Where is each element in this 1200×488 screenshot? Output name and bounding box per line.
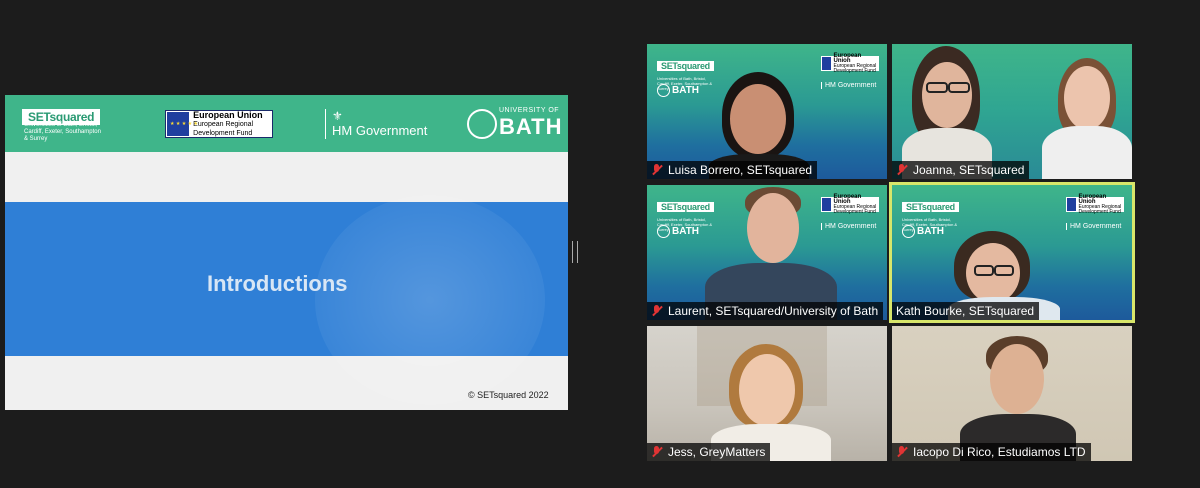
bath-name: BATH (499, 114, 563, 139)
setsquared-logo: SETsquared Universities of Bath, Bristol… (22, 108, 101, 142)
eu-flag-icon (1067, 198, 1077, 211)
tile-setsquared-text: SETsquared (902, 202, 959, 212)
eu-subtitle: European Regional Development Fund (193, 120, 254, 137)
bath-university-of: UNIVERSITY OF (499, 107, 560, 114)
participant-name: Luisa Borrero, SETsquared (668, 163, 813, 177)
participant-tile[interactable]: SETsquared Universities of Bath, Bristol… (647, 185, 887, 320)
mic-muted-icon (896, 446, 908, 458)
bath-seal-icon (657, 225, 670, 238)
tile-bath-logo: BATH (657, 225, 699, 238)
eu-flag-icon: ★ ★ ★ ★ ★ (167, 112, 198, 136)
participant-tile[interactable]: Jess, GreyMatters (647, 326, 887, 461)
tile-eu-subtitle: European Regional Development Fund (833, 203, 877, 215)
tile-bath-name: BATH (672, 85, 700, 97)
tile-eu-subtitle: European Regional Development Fund (833, 62, 877, 74)
participant-name-bar: Jess, GreyMatters (647, 443, 771, 461)
participant-tile[interactable]: SETsquared Universities of Bath, Bristol… (647, 44, 887, 179)
tile-bath-logo: BATH (902, 225, 944, 238)
eu-flag-icon (822, 198, 832, 211)
tile-hm-government: HM Government (821, 223, 876, 230)
tile-eu-logo: European Union European Regional Developm… (821, 53, 879, 74)
participant-name-bar: Joanna, SETsquared (892, 161, 1030, 179)
eu-flag-icon (822, 57, 832, 70)
splitter-handle-icon[interactable] (572, 241, 578, 263)
tile-hm-government: HM Government (1066, 223, 1121, 230)
tile-eu-subtitle: European Regional Development Fund (1078, 203, 1122, 215)
bath-seal-icon (657, 84, 670, 97)
tile-bath-name: BATH (672, 226, 700, 238)
tile-eu-logo: European Union European Regional Developm… (1066, 194, 1124, 215)
participant-name: Joanna, SETsquared (913, 163, 1025, 177)
tile-eu-logo: European Union European Regional Developm… (821, 194, 879, 215)
participant-name-bar: Luisa Borrero, SETsquared (647, 161, 818, 179)
participant-tile[interactable]: Iacopo Di Rico, Estudiamos LTD (892, 326, 1132, 461)
tile-bath-logo: BATH (657, 84, 699, 97)
participant-tile-active[interactable]: SETsquared Universities of Bath, Bristol… (889, 182, 1135, 323)
shared-screen: SETsquared Universities of Bath, Bristol… (5, 95, 568, 410)
slide-copyright: © SETsquared 2022 (468, 390, 549, 400)
participant-name: Kath Bourke, SETsquared (896, 304, 1035, 318)
hm-government-text: HM Government (332, 123, 428, 138)
participant-name-bar: Kath Bourke, SETsquared (892, 302, 1040, 320)
mic-muted-icon (896, 164, 908, 176)
mic-muted-icon (651, 164, 663, 176)
participant-name: Laurent, SETsquared/University of Bath (668, 304, 879, 318)
tile-setsquared-text: SETsquared (657, 61, 714, 71)
slide-background-photo (315, 195, 545, 405)
crest-icon: ⚜ (332, 109, 343, 123)
eu-title: European Union (193, 109, 263, 120)
participant-name-bar: Iacopo Di Rico, Estudiamos LTD (892, 443, 1091, 461)
participant-name: Jess, GreyMatters (668, 445, 766, 459)
hm-government-logo: ⚜ HM Government (325, 109, 427, 139)
setsquared-members: Universities of Bath, Bristol, Cardiff, … (24, 122, 101, 142)
tile-setsquared-text: SETsquared (657, 202, 714, 212)
slide-title: Introductions (207, 271, 348, 296)
participant-name-bar: Laurent, SETsquared/University of Bath (647, 302, 884, 320)
slide-band-top (5, 152, 568, 202)
tile-bath-name: BATH (917, 226, 945, 238)
slide-header: SETsquared Universities of Bath, Bristol… (5, 95, 568, 152)
mic-muted-icon (651, 446, 663, 458)
bath-seal-icon (902, 225, 915, 238)
tile-hm-government: HM Government (821, 82, 876, 89)
bath-seal-icon (467, 109, 497, 139)
eu-logo: ★ ★ ★ ★ ★ European Union European Region… (165, 110, 273, 138)
participant-tile[interactable]: Joanna, SETsquared (892, 44, 1132, 179)
mic-muted-icon (651, 305, 663, 317)
participant-name: Iacopo Di Rico, Estudiamos LTD (913, 445, 1086, 459)
